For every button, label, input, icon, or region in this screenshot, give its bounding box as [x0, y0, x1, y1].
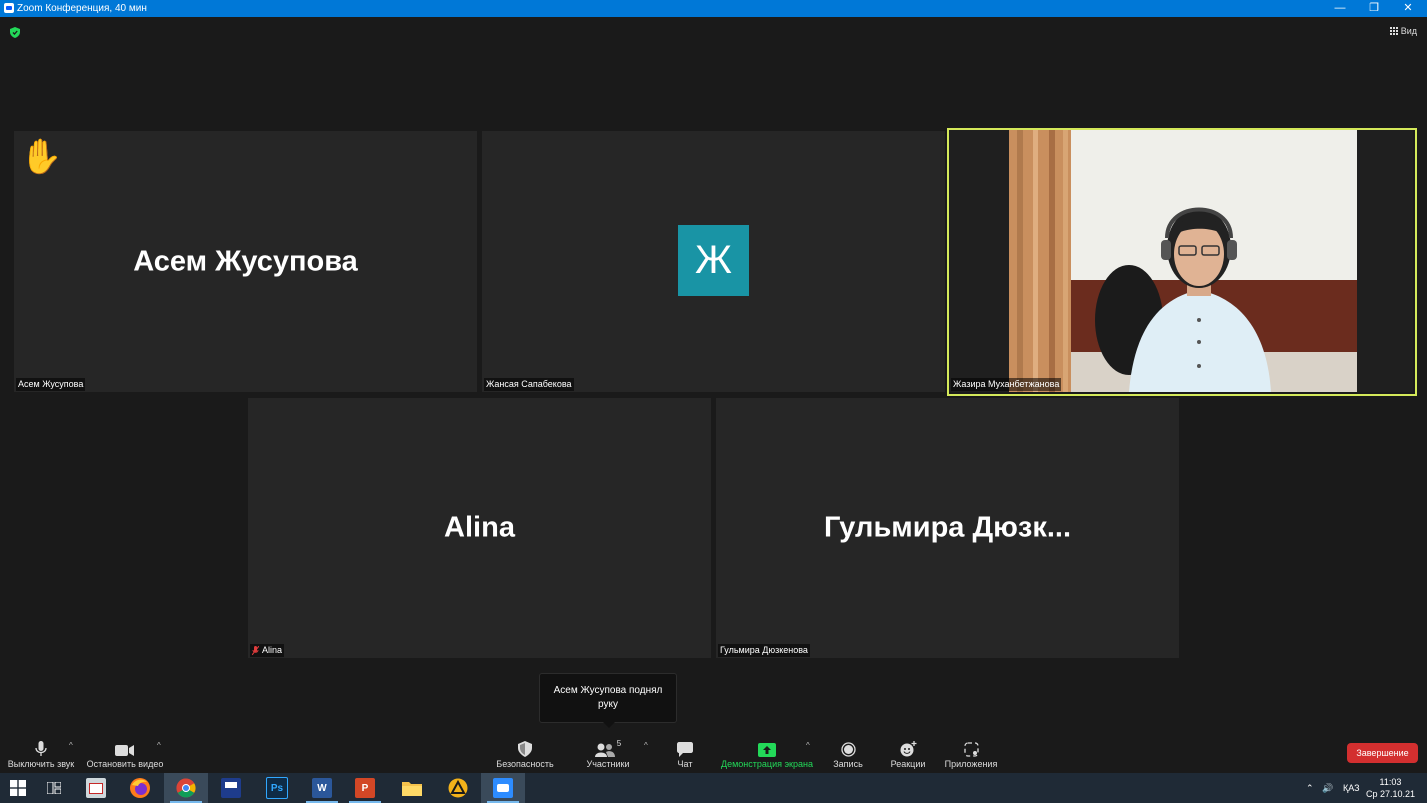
participants-icon	[594, 743, 615, 757]
stop-video-label: Остановить видео	[86, 759, 164, 769]
end-meeting-button[interactable]: Завершение	[1347, 743, 1418, 763]
participant-name-text: Alina	[262, 645, 283, 655]
video-camera-icon	[115, 745, 134, 756]
stop-video-button[interactable]: Остановить видео	[80, 733, 170, 773]
view-button[interactable]: Вид	[1389, 26, 1417, 36]
audio-options-chevron-icon[interactable]: ^	[69, 741, 73, 750]
zoom-app-icon	[4, 3, 14, 13]
screenshot-app-icon[interactable]	[74, 773, 118, 803]
taskbar-clock[interactable]: 11:03 Ср 27.10.21	[1366, 776, 1415, 800]
microphone-icon	[35, 741, 47, 756]
start-icon[interactable]	[0, 773, 36, 803]
encryption-shield-icon[interactable]	[10, 27, 20, 38]
participants-count: 5	[616, 739, 622, 748]
security-button[interactable]: Безопасность	[480, 733, 570, 773]
mute-label: Выключить звук	[7, 759, 75, 769]
window-title: Zoom Конференция, 40 мин	[17, 3, 147, 14]
restore-button[interactable]: ❐	[1357, 0, 1391, 17]
volume-icon[interactable]: 🔊	[1322, 773, 1333, 803]
minimize-button[interactable]: —	[1323, 0, 1357, 17]
active-speaker-highlight	[947, 128, 1417, 396]
video-tile-asem[interactable]: ✋ Асем Жусупова Асем Жусупова	[14, 131, 477, 392]
word-icon[interactable]: W	[300, 773, 344, 803]
chat-bubble-icon	[677, 742, 693, 757]
muted-mic-icon	[252, 646, 259, 656]
firefox-icon[interactable]	[118, 773, 162, 803]
security-shield-icon	[518, 741, 532, 757]
show-hidden-icons-chevron-icon[interactable]: ⌃	[1306, 773, 1314, 803]
reactions-smiley-icon	[900, 741, 916, 757]
close-window-button[interactable]: ✕	[1391, 0, 1425, 17]
participant-display-name: Асем Жусупова	[133, 245, 358, 277]
task-view-icon[interactable]	[36, 773, 72, 803]
security-label: Безопасность	[496, 759, 554, 769]
record-icon	[840, 742, 856, 757]
participant-name-label: Асем Жусупова	[16, 378, 86, 391]
keyboard-language[interactable]: ҚАЗ	[1343, 773, 1360, 803]
windows-taskbar: Ps W P ⌃ 🔊 ҚАЗ 11:03 Ср 27.10.21	[0, 773, 1427, 803]
autocad-icon[interactable]	[436, 773, 480, 803]
video-options-chevron-icon[interactable]: ^	[157, 741, 161, 750]
grid-view-icon	[1389, 27, 1398, 35]
video-tile-alina[interactable]: Alina Alina	[248, 398, 711, 658]
mute-button[interactable]: Выключить звук	[0, 733, 86, 773]
powerpoint-icon[interactable]: P	[343, 773, 387, 803]
participant-name-label: Гульмира Дюзкенова	[718, 644, 810, 657]
window-title-bar: Zoom Конференция, 40 мин — ❐ ✕	[0, 0, 1427, 17]
participant-display-name: Alina	[444, 511, 515, 544]
raised-hand-icon: ✋	[20, 138, 63, 176]
apps-label: Приложения	[944, 759, 998, 769]
participant-name-label: Жансая Сапабекова	[484, 378, 574, 391]
participant-name-label: Alina	[250, 644, 285, 657]
clock-date: Ср 27.10.21	[1365, 789, 1415, 799]
file-explorer-icon[interactable]	[390, 773, 434, 803]
view-label: Вид	[1400, 26, 1417, 36]
chrome-icon[interactable]	[164, 773, 208, 803]
video-tile-zhansaya[interactable]: Ж Жансая Сапабекова	[482, 131, 945, 392]
raised-hand-notification: Асем Жусупова поднял руку	[539, 673, 677, 728]
participant-display-name: Гульмира Дюзк...	[823, 511, 1072, 544]
apps-button[interactable]: Приложения	[926, 733, 1016, 773]
apps-icon	[963, 742, 979, 757]
participant-avatar: Ж	[678, 225, 749, 296]
photoshop-icon[interactable]: Ps	[255, 773, 299, 803]
save-app-icon[interactable]	[209, 773, 253, 803]
share-screen-icon	[758, 743, 776, 757]
meeting-toolbar: Выключить звук ^ Остановить видео ^ Безо…	[0, 733, 1427, 773]
video-tile-gulmira[interactable]: Гульмира Дюзк... Гульмира Дюзкенова	[716, 398, 1179, 658]
zoom-icon[interactable]	[481, 773, 525, 803]
clock-time: 11:03	[1379, 777, 1402, 787]
